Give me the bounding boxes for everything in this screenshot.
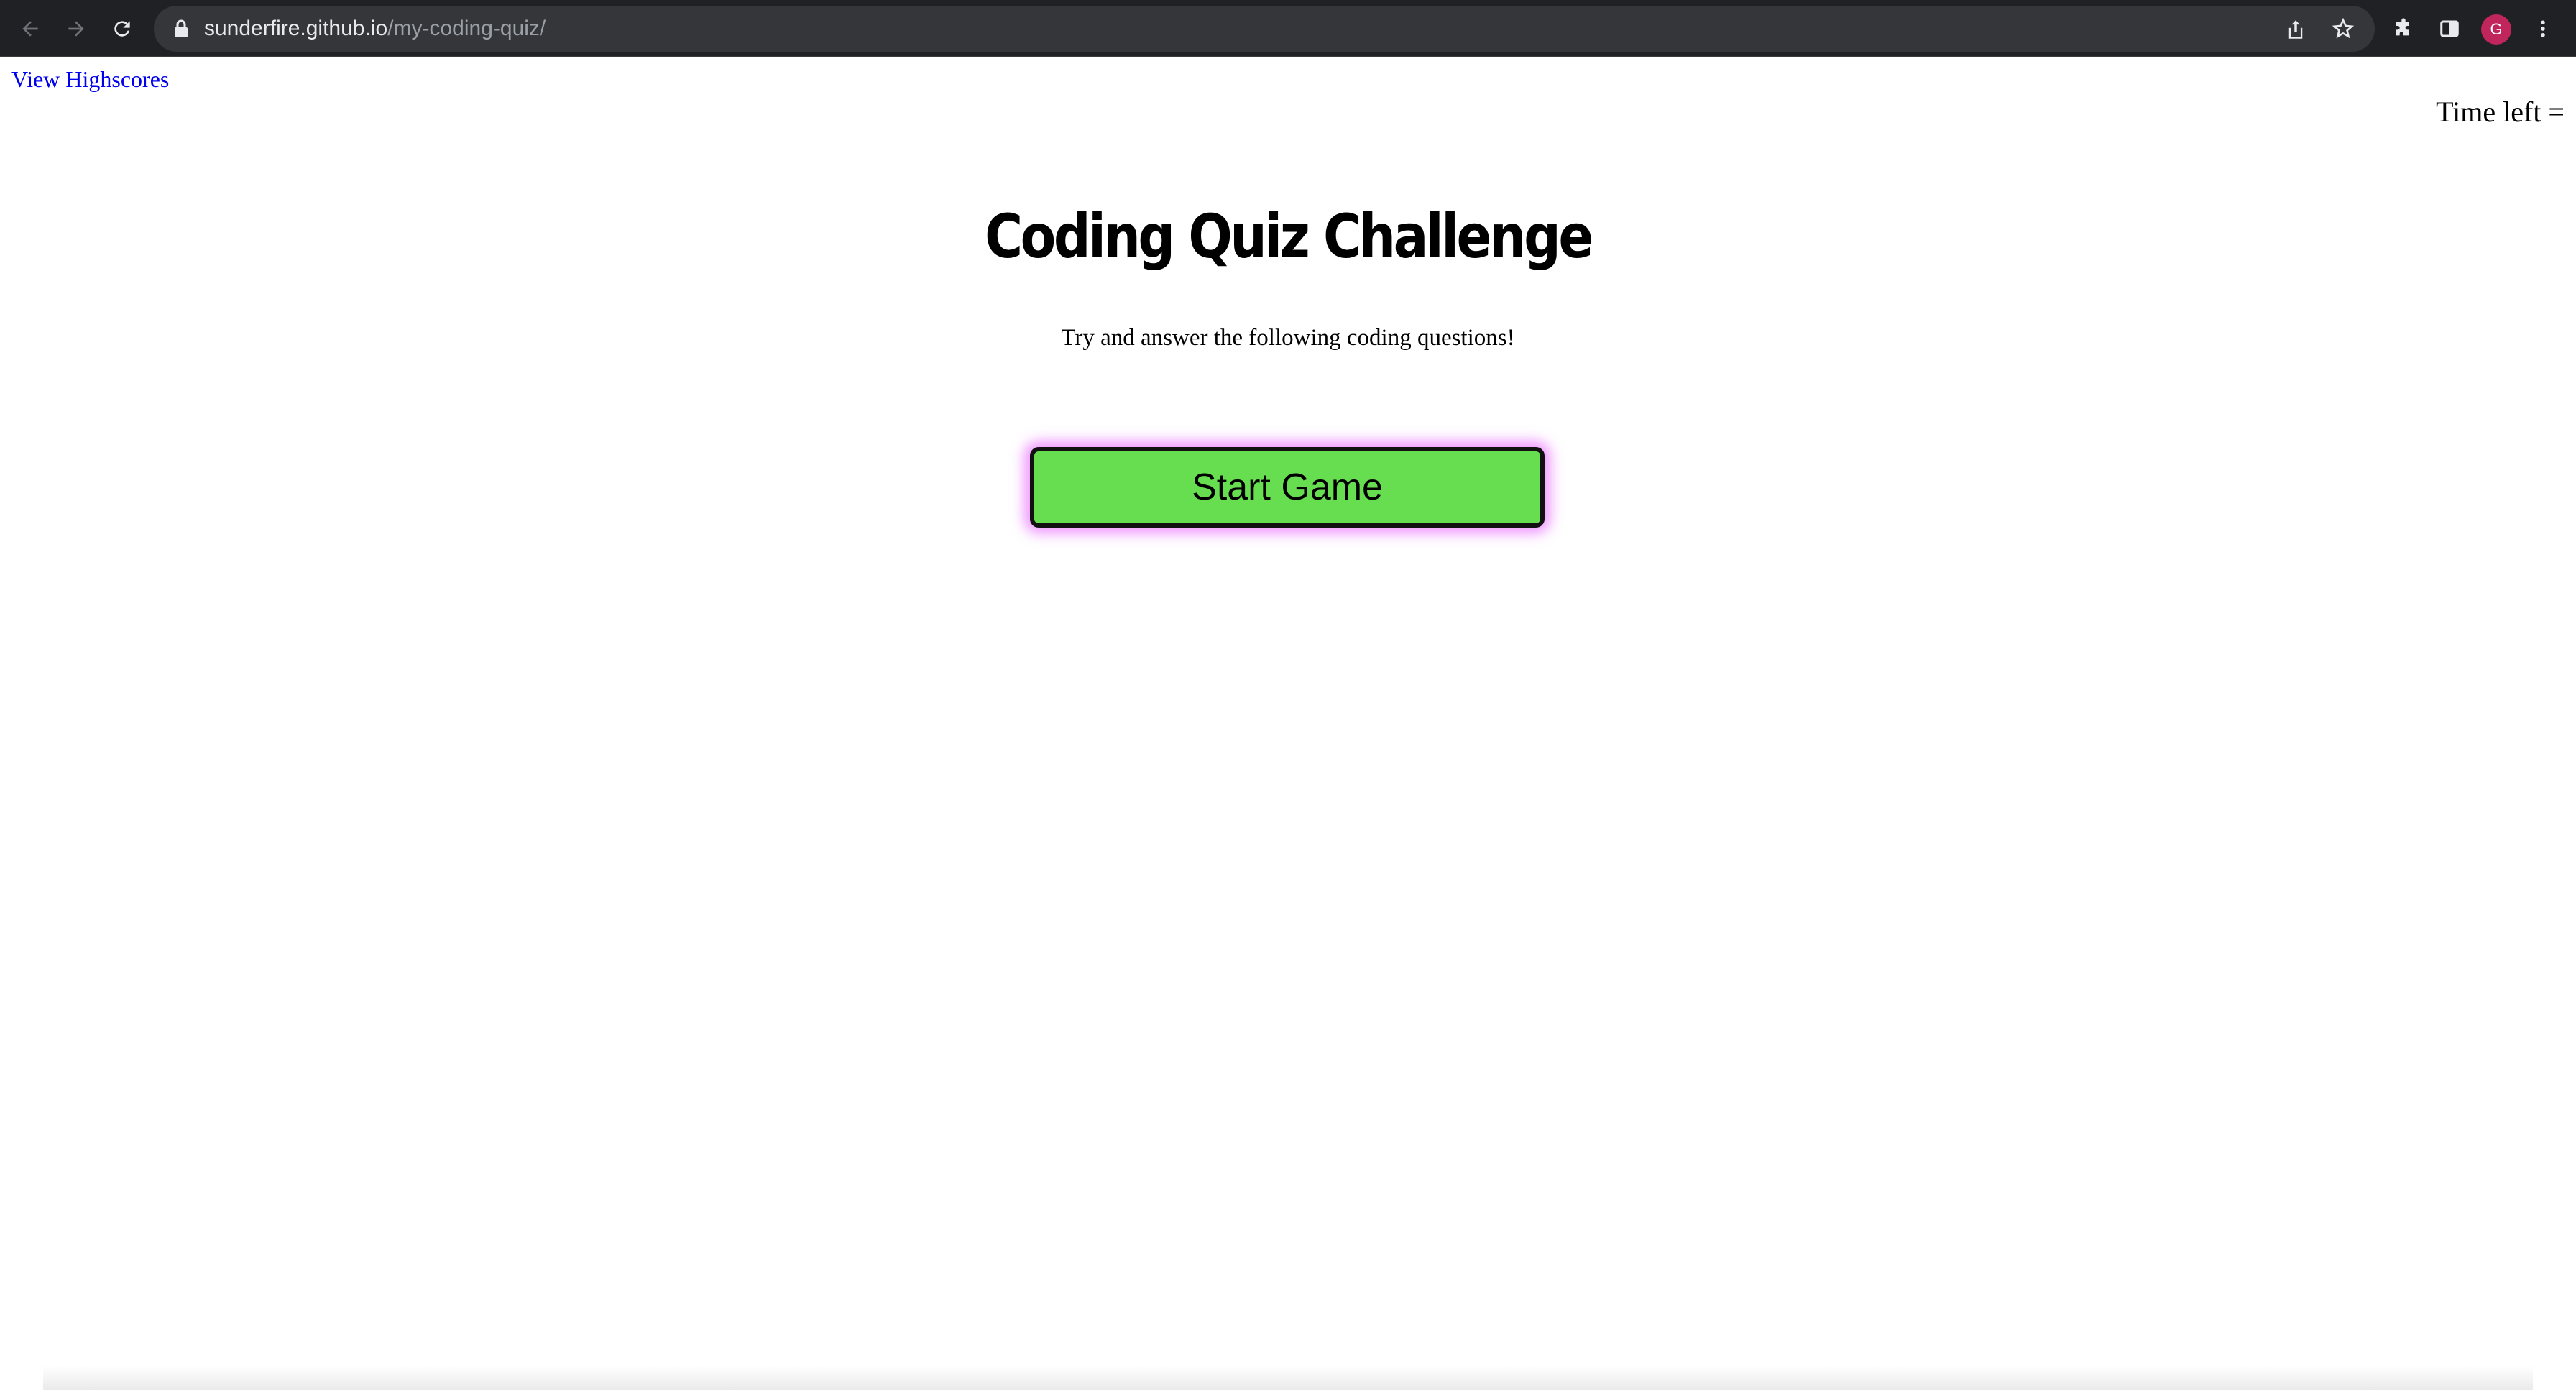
url-path: /my-coding-quiz/ xyxy=(387,17,546,40)
profile-avatar[interactable]: G xyxy=(2481,14,2511,45)
start-game-button[interactable]: Start Game xyxy=(1030,447,1545,528)
url-text: sunderfire.github.io/my-coding-quiz/ xyxy=(204,6,546,52)
reload-icon[interactable] xyxy=(106,13,138,45)
address-bar[interactable]: sunderfire.github.io/my-coding-quiz/ xyxy=(154,6,2375,52)
page-title: Coding Quiz Challenge xyxy=(985,201,1593,272)
extensions-icon[interactable] xyxy=(2388,13,2419,45)
menu-icon[interactable] xyxy=(2527,13,2559,45)
bottom-shadow xyxy=(43,1366,2533,1390)
page-content: View Highscores Time left = Coding Quiz … xyxy=(0,57,2576,1390)
lock-icon[interactable] xyxy=(172,19,190,42)
side-panel-icon[interactable] xyxy=(2434,13,2465,45)
view-highscores-link[interactable]: View Highscores xyxy=(12,66,169,93)
url-host: sunderfire.github.io xyxy=(204,17,388,40)
back-icon[interactable] xyxy=(14,13,46,45)
page-subtitle: Try and answer the following coding ques… xyxy=(1061,325,1515,351)
forward-icon[interactable] xyxy=(60,13,92,45)
star-icon[interactable] xyxy=(2332,17,2355,44)
browser-toolbar: sunderfire.github.io/my-coding-quiz/ G xyxy=(0,0,2576,57)
share-icon[interactable] xyxy=(2286,19,2306,44)
time-left-label: Time left = xyxy=(2436,96,2564,128)
